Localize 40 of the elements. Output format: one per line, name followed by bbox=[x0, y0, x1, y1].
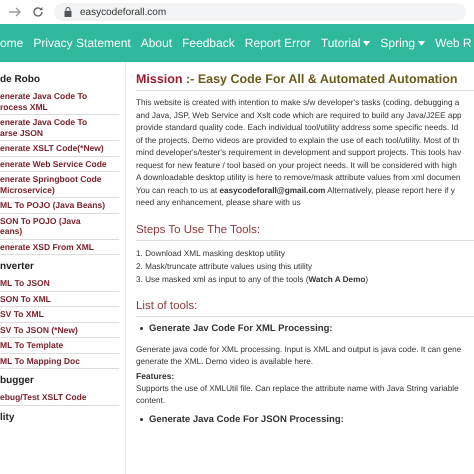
sidebar-link[interactable]: enerate Web Service Code bbox=[0, 156, 119, 172]
lock-icon bbox=[64, 7, 72, 17]
mission-heading: Mission :- Easy Code For All & Automated Automation bbox=[136, 72, 459, 86]
sidebar-link[interactable]: enerate XSD From XML bbox=[0, 240, 119, 255]
section-heading: List of tools: bbox=[136, 300, 198, 312]
sidebar-link[interactable]: ML To JSON bbox=[0, 276, 119, 292]
sidebar-heading: de Robo bbox=[0, 73, 41, 87]
bullet-icon bbox=[140, 418, 143, 420]
sidebar-heading: lity bbox=[0, 410, 16, 424]
sidebar-link[interactable]: enerate Java Code To arse JSON bbox=[0, 115, 119, 141]
caret-icon bbox=[363, 40, 370, 46]
step-text: 2. Mask/truncate attribute values using this utility bbox=[136, 260, 314, 272]
features-label: Features: bbox=[136, 370, 176, 380]
tool-description: Generate java code for XML processing. Input is XML and output is java code. It can gene generate the XML. Demo video is available here. bbox=[136, 344, 462, 368]
sidebar-link[interactable]: enerate Springboot Code Microservice) bbox=[0, 172, 119, 198]
bullet-icon bbox=[140, 326, 143, 330]
features-text: Supports the use of XMLUtil file. Can replace the attribute name with Java String variable content. bbox=[136, 382, 460, 407]
sidebar-link[interactable]: ML To POJO (Java Beans) bbox=[0, 198, 119, 214]
url-text: easycodeforall.com bbox=[80, 6, 166, 18]
step-text: 1. Download XML masking desktop utility bbox=[136, 248, 286, 260]
sidebar-link[interactable]: SON To POJO (Java eans) bbox=[0, 214, 119, 240]
forward-arrow-icon[interactable] bbox=[8, 6, 22, 18]
reload-icon[interactable] bbox=[32, 6, 44, 18]
sidebar-link[interactable]: ML To Template bbox=[0, 338, 119, 354]
sidebar-heading: bugger bbox=[0, 374, 35, 388]
sidebar-link[interactable]: enerate XSLT Code(*New) bbox=[0, 141, 119, 156]
sidebar-link[interactable]: enerate Java Code To rocess XML bbox=[0, 89, 119, 115]
tool-title: Generate Jav Code For XML Processing: bbox=[149, 322, 333, 334]
sidebar-link[interactable]: SV To JSON (*New) bbox=[0, 322, 119, 338]
mission-paragraph: This website is created with intention to make s/w developer's tasks (coding, debugging a and Java, JSP, Web Service and Xslt code which are required to build any Java/J2EE app provide standard quality code. Each individual tool/utility address some specific needs. Id of the projects. Demo videos are provided to explain the use of each tool/utility. Most of th mind developer's/tester's requirement in development and support projects. This tools hav request for new feature / tool based on your project needs. It will be considered with high A downloadable desktop utility is here to remove/mask attribute values from xml documen You can reach to us at easycodeforall@gmail.com Alternatively, please report here if y need any enhancement, please share with us bbox=[136, 97, 463, 209]
tool-title: Generate Java Code For JSON Processing: bbox=[149, 414, 344, 424]
caret-icon bbox=[418, 40, 426, 46]
sidebar-link[interactable]: ebug/Test XSLT Code bbox=[0, 390, 119, 406]
sidebar-heading: nverter bbox=[0, 260, 35, 274]
sidebar-link[interactable]: ML To Mapping Doc bbox=[0, 354, 119, 369]
address-bar[interactable]: easycodeforall.com bbox=[54, 3, 466, 21]
section-heading: Steps To Use The Tools: bbox=[136, 224, 262, 236]
sidebar-link[interactable]: SV To XML bbox=[0, 307, 119, 322]
sidebar-link[interactable]: SON To XML bbox=[0, 292, 119, 307]
step-text: 3. Use masked xml as input to any of the tools (Watch A Demo) bbox=[136, 274, 370, 286]
